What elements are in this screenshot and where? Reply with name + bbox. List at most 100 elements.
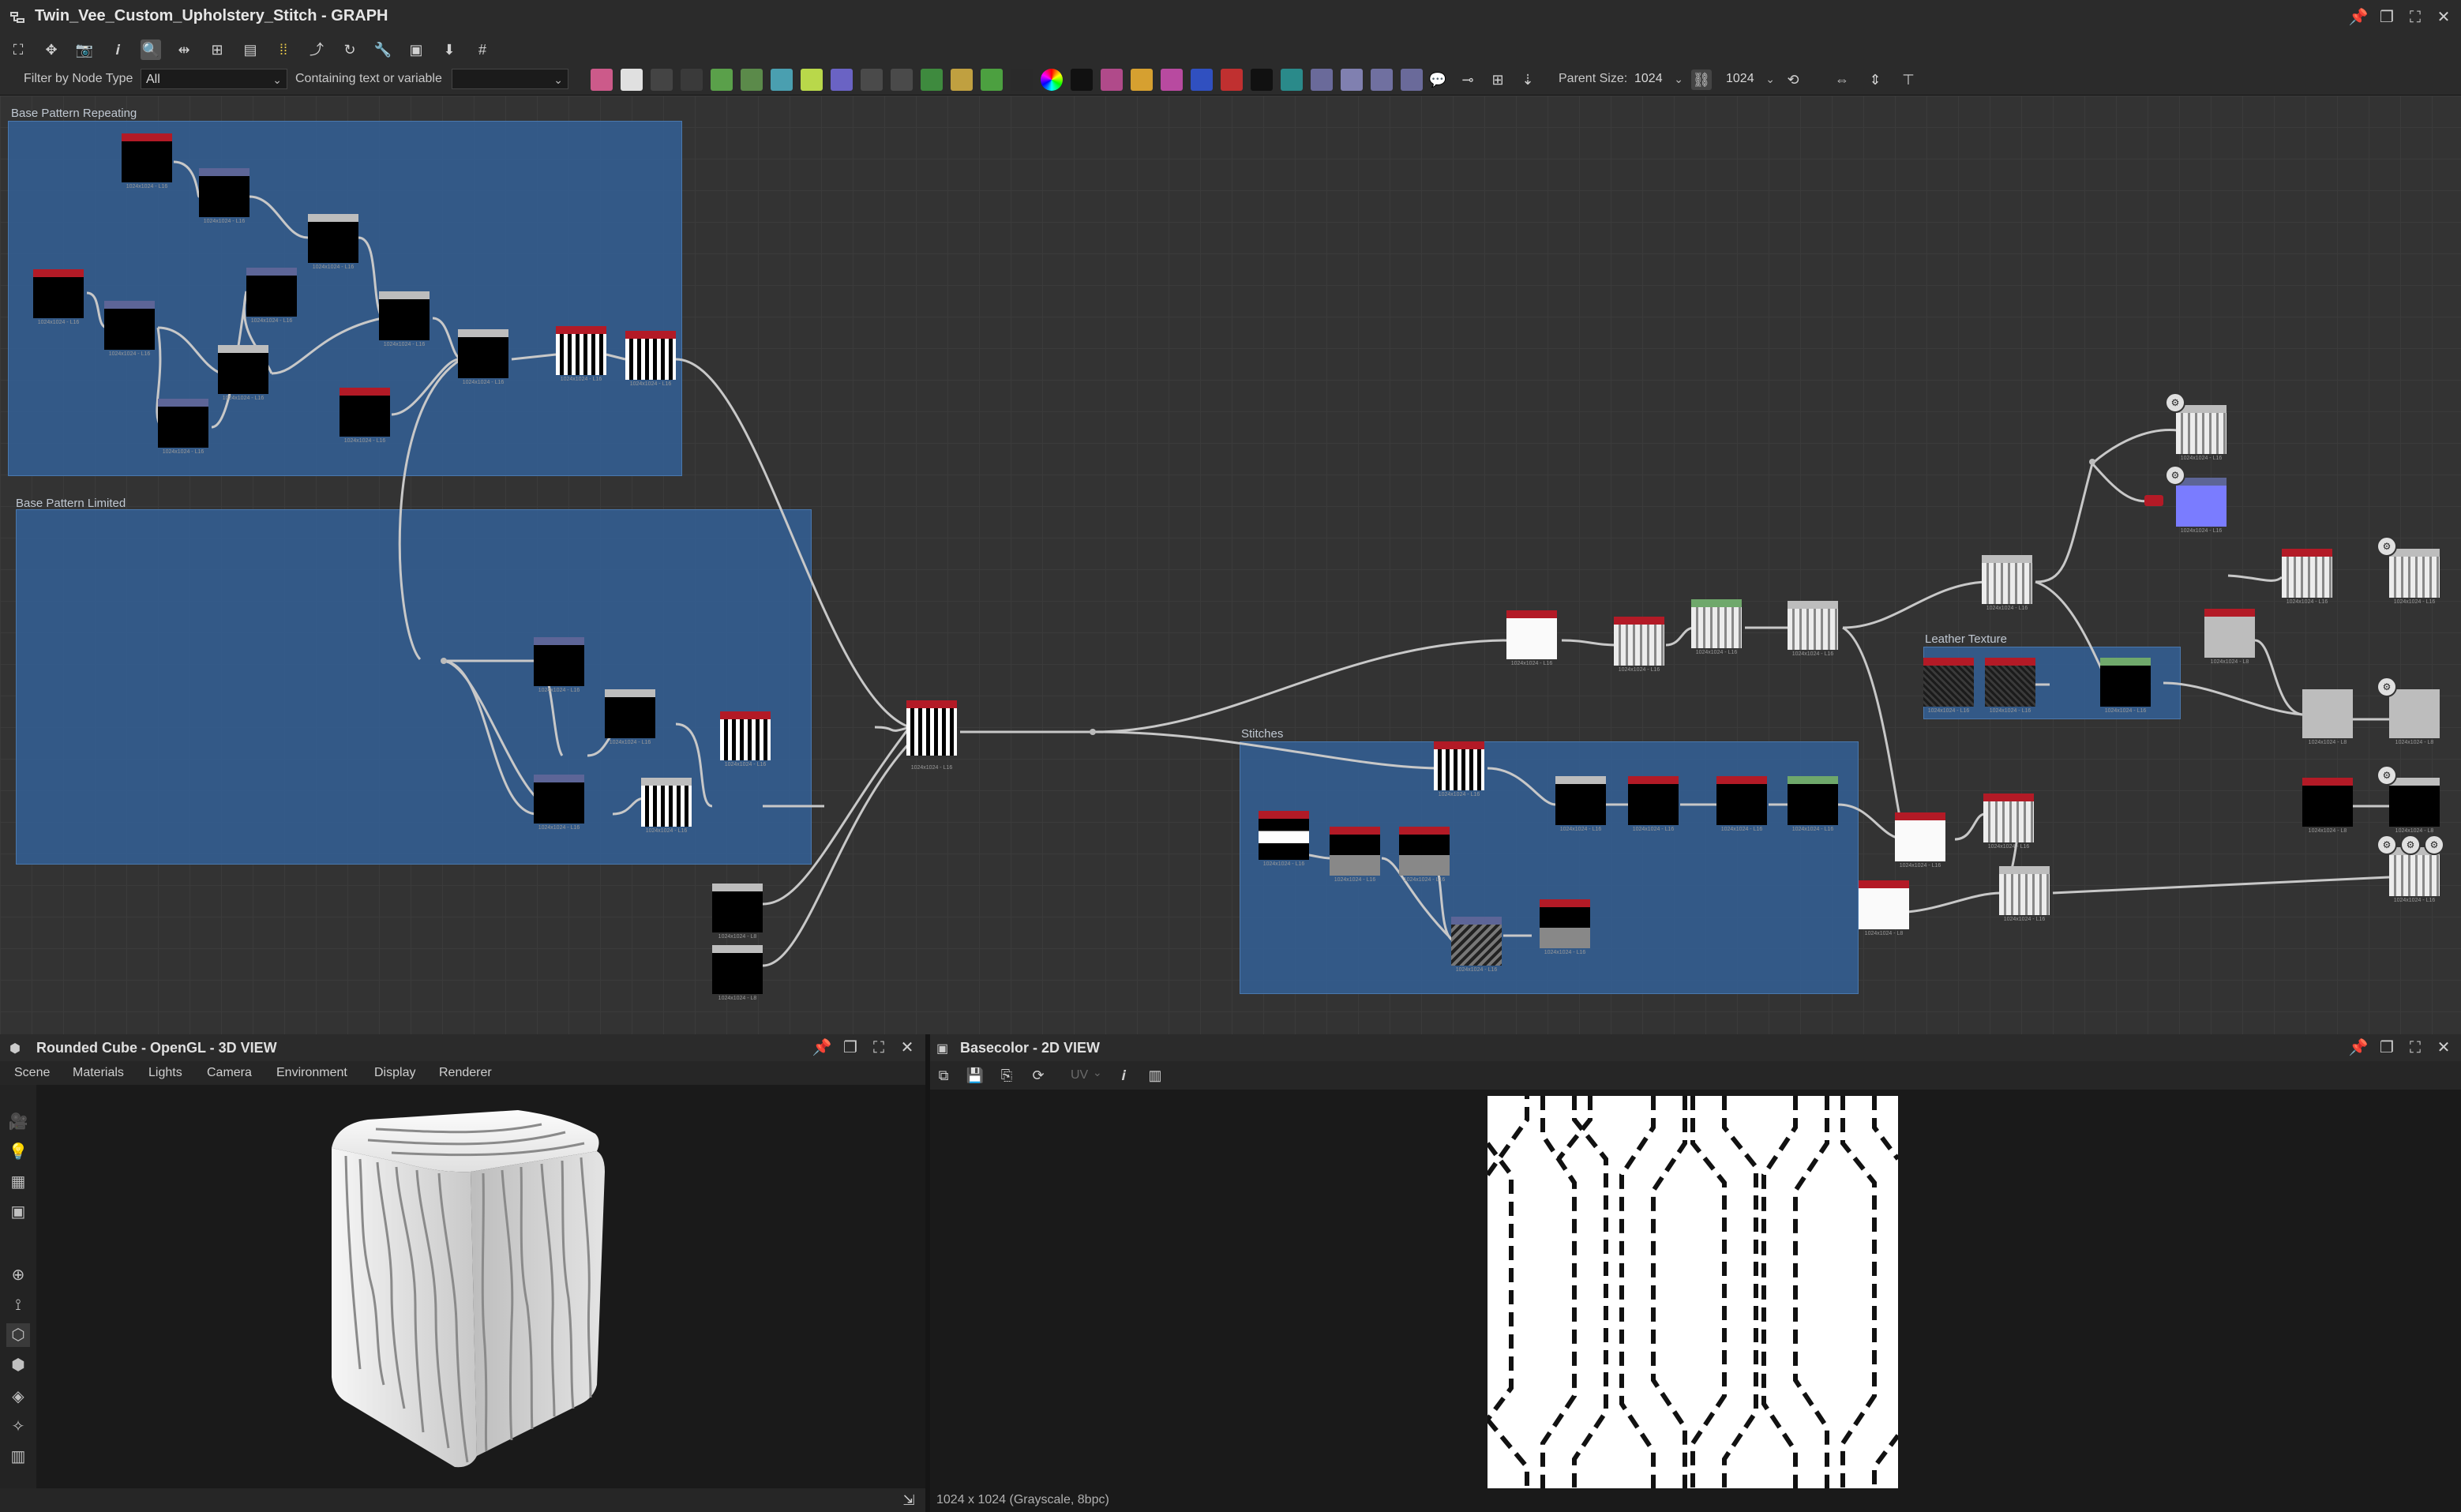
histogram-icon[interactable]: ▥ <box>6 1445 30 1469</box>
maximize-icon[interactable]: ⛶ <box>2405 7 2425 28</box>
output-pin-icon[interactable]: ⚙ <box>2424 835 2444 855</box>
uv-toggle[interactable]: UV <box>1071 1068 1088 1082</box>
fx-map-icon[interactable] <box>861 69 883 91</box>
graph-node[interactable]: 1024x1024 - L16 <box>122 133 172 189</box>
normal-node-icon[interactable] <box>1011 69 1033 91</box>
value-node-icon[interactable] <box>951 69 973 91</box>
graph-node[interactable]: 1024x1024 - L16 <box>720 711 771 767</box>
comment-icon[interactable]: 💬 <box>1427 69 1448 90</box>
graph-node[interactable]: 1024x1024 - L16 <box>1506 610 1557 666</box>
collapse-icon[interactable]: ⇔ <box>1832 69 1852 90</box>
transform-node-icon[interactable] <box>771 69 793 91</box>
graph-node[interactable]: 1024x1024 - L16 <box>2282 549 2332 605</box>
link-ratio-icon[interactable]: ⛓ <box>1691 69 1712 90</box>
svg-node-icon[interactable] <box>621 69 643 91</box>
gradient-node-icon[interactable] <box>801 69 823 91</box>
random-node-icon[interactable] <box>1071 69 1093 91</box>
pin-node-icon[interactable]: ⊞ <box>1487 69 1508 90</box>
restore-icon[interactable]: ❐ <box>2377 1037 2397 1058</box>
close-icon[interactable]: ✕ <box>2433 7 2454 28</box>
graph-node-input[interactable]: 1024x1024 - L8 <box>712 884 763 940</box>
graph-node-leather[interactable]: 1024x1024 - L16 <box>1985 658 2035 714</box>
output-pin-icon[interactable]: ⚙ <box>2165 465 2185 486</box>
graph-node[interactable]: 1024x1024 - L8 <box>2204 609 2255 665</box>
blend-node-icon[interactable] <box>651 69 673 91</box>
graph-node[interactable]: 1024x1024 - L16 <box>340 388 390 444</box>
graph-node[interactable]: 1024x1024 - L8 <box>2302 778 2353 834</box>
fill-node-icon[interactable] <box>1221 69 1243 91</box>
graph-node[interactable]: 1024x1024 - L16 <box>33 269 84 325</box>
grid-icon[interactable]: # <box>472 39 493 60</box>
output-pin-icon[interactable]: ⚙ <box>2165 392 2185 413</box>
info-icon[interactable]: 𝒊 <box>107 39 128 60</box>
view2d-viewport[interactable] <box>930 1090 2461 1506</box>
histogram-icon[interactable]: ▥ <box>1145 1065 1165 1086</box>
refresh-icon[interactable]: ⟳ <box>1028 1065 1049 1086</box>
graph-node[interactable]: 1024x1024 - L16 <box>158 399 208 455</box>
save-icon[interactable]: 💾 <box>965 1065 985 1086</box>
shader-icon[interactable]: ✧ <box>6 1415 30 1439</box>
graph-node[interactable]: 1024x1024 - L16 <box>1982 555 2032 611</box>
export-icon[interactable]: ⬇ <box>439 39 460 60</box>
graph-node[interactable]: 1024x1024 - L16 <box>625 331 676 387</box>
parent-width-select[interactable]: 1024 ⌄ <box>1630 69 1688 89</box>
graph-node[interactable]: 1024x1024 - L16 <box>1434 741 1484 797</box>
graph-node[interactable]: 1024x1024 - L16 <box>534 775 584 831</box>
graph-node[interactable]: 1024x1024 - L16 <box>1330 827 1380 883</box>
info-icon[interactable]: 𝒊 <box>1113 1065 1134 1086</box>
graph-canvas[interactable]: Base Pattern Repeating Base Pattern Limi… <box>0 96 2461 1034</box>
copy-view-icon[interactable]: ⧉ <box>933 1065 954 1086</box>
graph-node[interactable]: 1024x1024 - L16 <box>104 301 155 357</box>
graph-node[interactable]: 1024x1024 - L16 <box>218 345 268 401</box>
reset-icon[interactable]: ⟲ <box>1783 69 1803 90</box>
graph-node[interactable]: 1024x1024 - L16 <box>1788 776 1838 832</box>
frame-all-icon[interactable]: ⛶ <box>8 39 28 60</box>
restore-icon[interactable]: ❐ <box>840 1037 861 1058</box>
align-icon[interactable]: ▤ <box>240 39 261 60</box>
graph-node[interactable]: 1024x1024 - L16 <box>1983 794 2034 850</box>
function-node-icon[interactable] <box>1341 69 1363 91</box>
graph-node-leather[interactable]: 1024x1024 - L16 <box>1923 658 1974 714</box>
dot-node[interactable] <box>1090 729 1096 735</box>
connect-icon[interactable]: ⤴ <box>306 39 327 60</box>
output-pin-icon[interactable]: ⚙ <box>2377 677 2397 697</box>
video-camera-icon[interactable]: 🎥 <box>6 1110 30 1134</box>
menu-renderer[interactable]: Renderer <box>439 1066 492 1080</box>
levels-node-icon[interactable] <box>741 69 763 91</box>
expand-icon[interactable]: ⇕ <box>1865 69 1885 90</box>
view3d-viewport[interactable] <box>36 1085 925 1488</box>
pin-icon[interactable]: 📌 <box>2348 7 2369 28</box>
graph-node[interactable]: 1024x1024 - L16 <box>1691 599 1742 655</box>
hierarchy-icon[interactable]: ⊞ <box>207 39 227 60</box>
menu-environment[interactable]: Environment <box>276 1066 347 1080</box>
output-pin-icon[interactable]: ⚙ <box>2377 765 2397 786</box>
search-icon[interactable]: 🔍 <box>141 39 161 60</box>
maximize-icon[interactable]: ⛶ <box>868 1037 889 1058</box>
restore-icon[interactable]: ❐ <box>2377 7 2397 28</box>
graph-node[interactable]: 1024x1024 - L16 <box>1259 811 1309 867</box>
graph-node[interactable]: 1024x1024 - L16 <box>246 268 297 324</box>
graph-node[interactable]: 1024x1024 - L16 <box>1399 827 1450 883</box>
pin-icon[interactable]: 📌 <box>2348 1037 2369 1058</box>
select-node-icon[interactable] <box>1191 69 1213 91</box>
graph-node-input[interactable]: 1024x1024 - L8 <box>712 945 763 1001</box>
mesh-cube-icon[interactable]: ⬡ <box>6 1323 30 1347</box>
graph-node[interactable]: 1024x1024 - L8 <box>1859 880 1909 936</box>
distribute-icon[interactable]: ⁞⁞ <box>273 39 294 60</box>
graph-node-leather[interactable]: 1024x1024 - L16 <box>2100 658 2151 714</box>
graph-node[interactable]: 1024x1024 - L16 <box>379 291 430 347</box>
wire-cube-icon[interactable]: ⬢ <box>6 1353 30 1377</box>
bitmap-node-icon[interactable] <box>591 69 613 91</box>
menu-scene[interactable]: Scene <box>14 1066 50 1080</box>
input-node-icon[interactable] <box>1251 69 1273 91</box>
warp-node-icon[interactable] <box>831 69 853 91</box>
close-icon[interactable]: ✕ <box>2433 1037 2454 1058</box>
dot-node[interactable] <box>2089 459 2095 465</box>
anchor-icon[interactable]: ⇣ <box>1517 69 1538 90</box>
scene-icon[interactable]: ⊕ <box>6 1263 30 1287</box>
menu-display[interactable]: Display <box>374 1066 415 1080</box>
dot-node[interactable] <box>441 658 447 664</box>
switch-node-icon[interactable] <box>681 69 703 91</box>
graph-node-output[interactable]: 1024x1024 - L8 <box>2389 778 2440 834</box>
graph-node[interactable]: 1024x1024 - L16 <box>1788 601 1838 657</box>
